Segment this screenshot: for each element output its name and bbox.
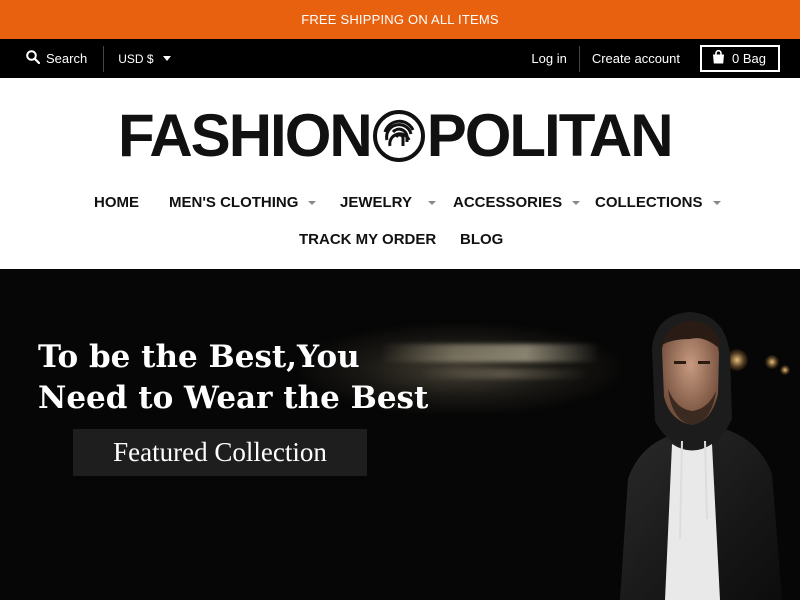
nav-row-1: HOME MEN'S CLOTHING JEWELRY ACCESSORIES … [0, 190, 800, 214]
logo-text-right: POLITAN [426, 102, 674, 169]
nav-row-2: TRACK MY ORDER BLOG [0, 227, 800, 251]
chevron-down-icon [162, 56, 171, 61]
cart-button[interactable]: 0 Bag [700, 45, 780, 72]
site-logo[interactable]: FASHION POLITAN [118, 102, 680, 169]
login-link[interactable]: Log in [519, 39, 578, 78]
nav-item-label: TRACK MY ORDER [299, 230, 437, 248]
nav-item-label: BLOG [460, 230, 504, 248]
nav-item-home[interactable]: HOME [94, 190, 139, 214]
nav-item-mens-clothing[interactable]: MEN'S CLOTHING [169, 190, 317, 214]
chevron-down-icon [427, 201, 436, 205]
chevron-down-icon [308, 201, 317, 205]
chevron-down-icon [712, 201, 721, 205]
hero-heading-line2: Need to Wear the Best [38, 380, 429, 416]
hero-heading: To be the Best,You Need to Wear the Best [38, 337, 428, 419]
currency-value: USD $ [118, 51, 154, 66]
fingerprint-icon [372, 110, 425, 162]
nav-item-label: HOME [94, 193, 139, 211]
shopping-bag-icon [712, 49, 725, 67]
hero-model-image [620, 312, 782, 600]
search-label: Search [46, 51, 88, 66]
logo-text-left: FASHION [118, 102, 373, 169]
search-icon [26, 50, 41, 67]
nav-item-jewelry[interactable]: JEWELRY [340, 190, 436, 214]
chevron-down-icon [572, 201, 581, 205]
nav-item-label: COLLECTIONS [595, 193, 703, 211]
nav-item-label: ACCESSORIES [453, 193, 563, 211]
search-button[interactable]: Search [0, 39, 103, 78]
utility-left: Search USD $ [0, 39, 171, 78]
nav-item-label: JEWELRY [340, 193, 412, 211]
currency-selector[interactable]: USD $ [104, 39, 171, 78]
featured-collection-button[interactable]: Featured Collection [73, 429, 367, 476]
hero-heading-line1: To be the Best,You [38, 339, 360, 375]
nav-item-blog[interactable]: BLOG [460, 227, 503, 251]
top-utility-bar: Search USD $ Log in Create account 0 Bag [0, 39, 800, 78]
hero-banner: To be the Best,You Need to Wear the Best… [0, 269, 800, 600]
cart-count: 0 [732, 51, 740, 66]
announcement-text: FREE SHIPPING ON ALL ITEMS [301, 12, 499, 27]
nav-item-label: MEN'S CLOTHING [169, 193, 299, 211]
cart-label: Bag [742, 51, 766, 66]
nav-item-collections[interactable]: COLLECTIONS [595, 190, 721, 214]
hero-light-streak [420, 369, 590, 379]
nav-item-accessories[interactable]: ACCESSORIES [453, 190, 581, 214]
utility-right: Log in Create account 0 Bag [519, 39, 780, 78]
nav-item-track-order[interactable]: TRACK MY ORDER [299, 227, 436, 251]
create-account-link[interactable]: Create account [580, 39, 692, 78]
announcement-bar: FREE SHIPPING ON ALL ITEMS [0, 0, 800, 39]
site-header: FASHION POLITAN HOME MEN'S CLOTHING JEWE… [0, 78, 800, 269]
